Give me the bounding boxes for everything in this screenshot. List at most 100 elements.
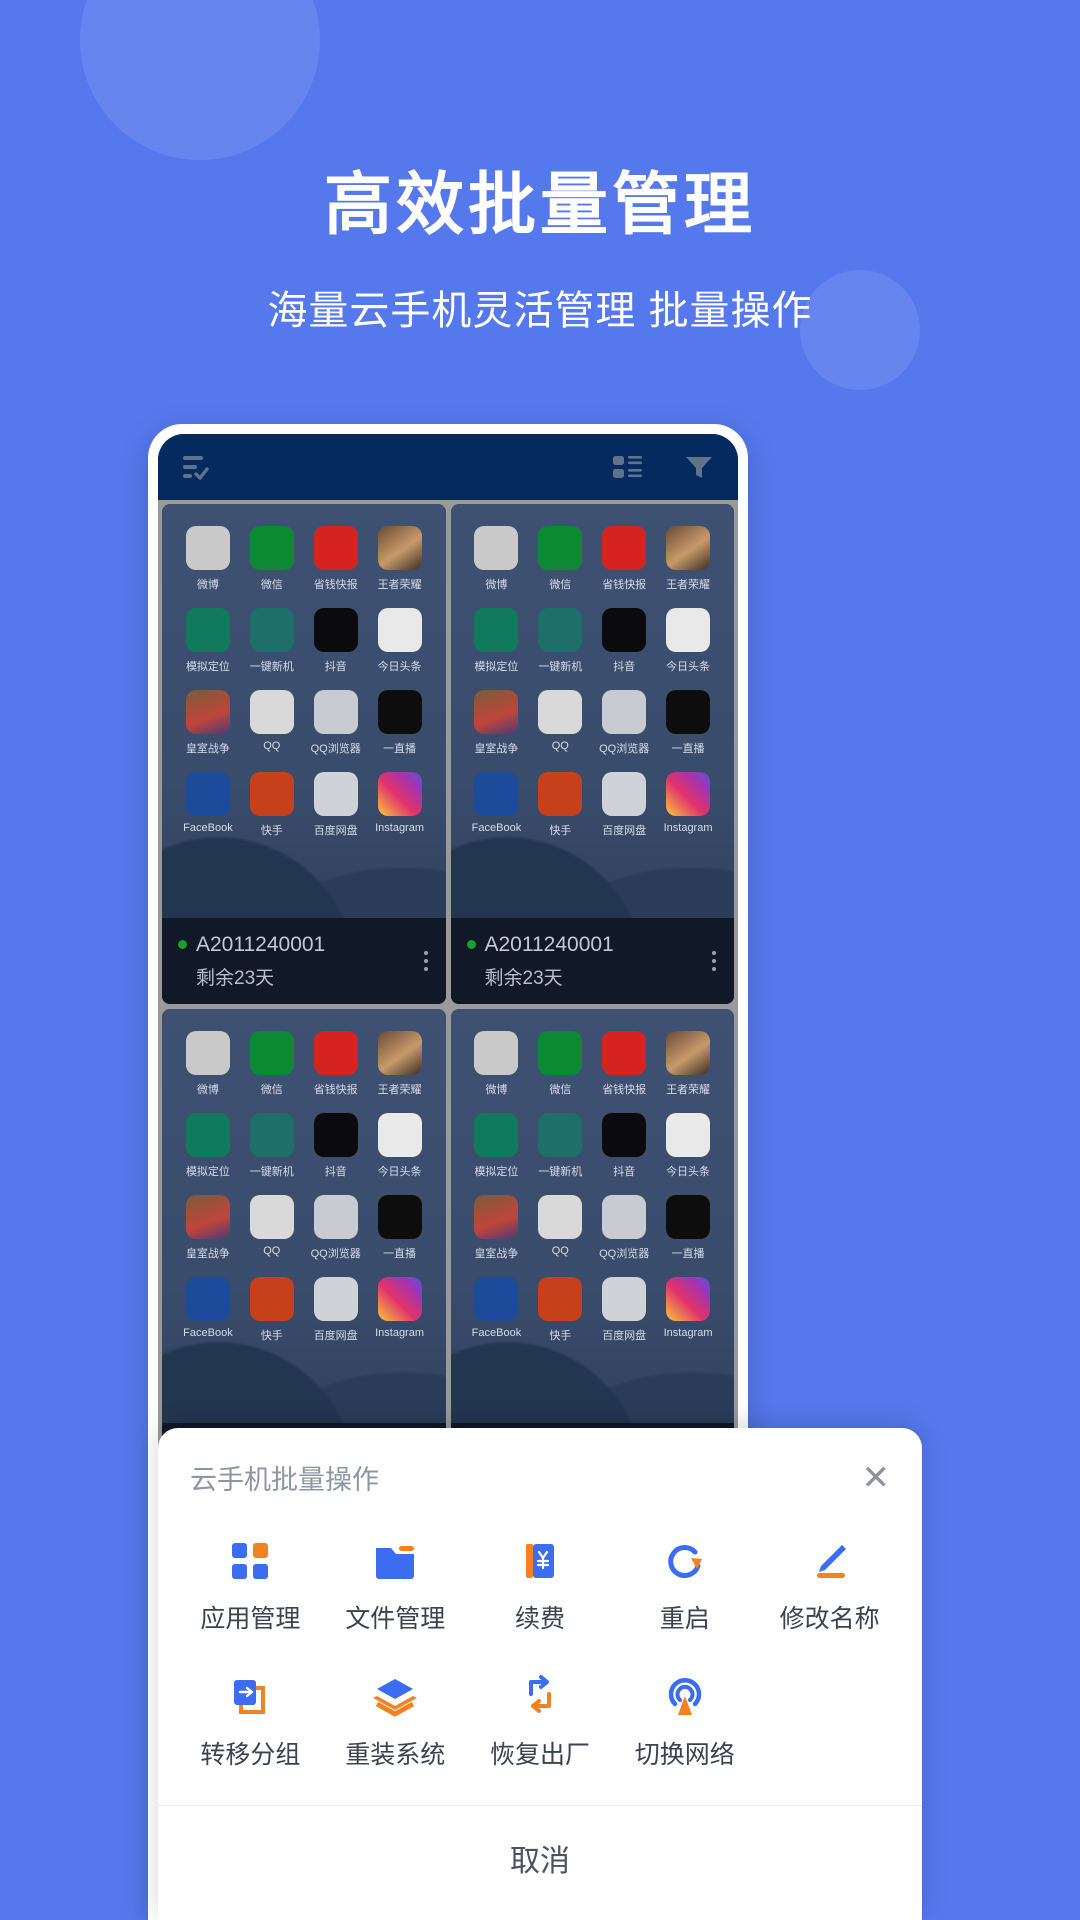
app-item[interactable]: 一键新机 <box>530 1113 590 1179</box>
app-item[interactable]: QQ浏览器 <box>306 1195 366 1261</box>
app-item[interactable]: 快手 <box>530 1277 590 1343</box>
grid-list-view-icon[interactable] <box>612 454 644 480</box>
action-renew-yen[interactable]: 续费 <box>468 1533 613 1635</box>
action-layers-reinstall[interactable]: 重装系统 <box>323 1669 468 1771</box>
action-folder[interactable]: 文件管理 <box>323 1533 468 1635</box>
cancel-button[interactable]: 取消 <box>158 1806 922 1920</box>
app-item[interactable]: 一直播 <box>658 690 718 756</box>
app-item[interactable]: QQ浏览器 <box>594 690 654 756</box>
app-item[interactable]: 皇室战争 <box>466 690 526 756</box>
app-icon <box>249 772 294 816</box>
app-item[interactable]: 王者荣耀 <box>658 526 718 592</box>
app-item[interactable]: 一键新机 <box>530 608 590 674</box>
app-item[interactable]: 模拟定位 <box>466 608 526 674</box>
app-item[interactable]: 皇室战争 <box>178 690 238 756</box>
app-item[interactable]: QQ <box>530 690 590 756</box>
app-label: 模拟定位 <box>185 1166 230 1178</box>
action-move-group[interactable]: 转移分组 <box>178 1669 323 1771</box>
app-item[interactable]: 微博 <box>466 1031 526 1097</box>
app-label: FaceBook <box>471 822 522 834</box>
app-item[interactable]: 百度网盘 <box>594 1277 654 1343</box>
app-item[interactable]: 皇室战争 <box>178 1195 238 1261</box>
app-item[interactable]: 微信 <box>530 1031 590 1097</box>
app-item[interactable]: 百度网盘 <box>306 1277 366 1343</box>
app-item[interactable]: 王者荣耀 <box>658 1031 718 1097</box>
app-icon <box>666 1277 711 1321</box>
action-network-signal[interactable]: 切换网络 <box>612 1669 757 1771</box>
app-item[interactable]: 一直播 <box>370 1195 430 1261</box>
device-card[interactable]: 微博 微信 省钱快报 王者荣耀模拟定位 一键新机 抖音 今日头条皇室战争 QQ QQ浏览器 一直播… <box>162 504 446 1004</box>
app-item[interactable]: 王者荣耀 <box>370 526 430 592</box>
app-item[interactable]: 抖音 <box>594 608 654 674</box>
app-item[interactable]: 一键新机 <box>242 1113 302 1179</box>
select-list-icon[interactable] <box>182 454 212 480</box>
app-item[interactable]: FaceBook <box>178 1277 238 1343</box>
app-item[interactable]: 微博 <box>178 526 238 592</box>
app-item[interactable]: 模拟定位 <box>178 1113 238 1179</box>
app-item[interactable]: 省钱快报 <box>306 1031 366 1097</box>
app-item[interactable]: 快手 <box>242 1277 302 1343</box>
device-footer: A2011240001 剩余23天 <box>162 918 446 1004</box>
app-label: 快手 <box>549 825 572 837</box>
action-restart[interactable]: 重启 <box>612 1533 757 1635</box>
app-item[interactable]: 抖音 <box>594 1113 654 1179</box>
action-app-grid[interactable]: 应用管理 <box>178 1533 323 1635</box>
more-options-icon[interactable] <box>423 951 428 971</box>
app-item[interactable]: 一键新机 <box>242 608 302 674</box>
app-item[interactable]: FaceBook <box>178 772 238 838</box>
app-item[interactable]: Instagram <box>658 1277 718 1343</box>
more-options-icon[interactable] <box>712 951 716 971</box>
app-item[interactable]: 皇室战争 <box>466 1195 526 1261</box>
app-item[interactable]: 今日头条 <box>370 608 430 674</box>
app-item[interactable]: 快手 <box>530 772 590 838</box>
app-item[interactable]: 一直播 <box>658 1195 718 1261</box>
app-label: 百度网盘 <box>313 1330 358 1342</box>
app-item[interactable]: QQ浏览器 <box>594 1195 654 1261</box>
app-item[interactable]: 省钱快报 <box>594 526 654 592</box>
app-item[interactable]: 微信 <box>242 1031 302 1097</box>
action-factory-reset-swap[interactable]: 恢复出厂 <box>468 1669 613 1771</box>
app-item[interactable]: 模拟定位 <box>178 608 238 674</box>
app-item[interactable]: QQ <box>530 1195 590 1261</box>
status-dot <box>178 940 187 949</box>
app-icon <box>377 1195 422 1239</box>
app-icon <box>249 1277 294 1321</box>
app-item[interactable]: Instagram <box>370 772 430 838</box>
app-item[interactable]: Instagram <box>370 1277 430 1343</box>
app-item[interactable]: FaceBook <box>466 772 526 838</box>
app-item[interactable]: 省钱快报 <box>306 526 366 592</box>
app-item[interactable]: 一直播 <box>370 690 430 756</box>
app-item[interactable]: 抖音 <box>306 608 366 674</box>
app-item[interactable]: QQ浏览器 <box>306 690 366 756</box>
device-name: A2011240001 <box>196 932 326 956</box>
app-item[interactable]: 微信 <box>530 526 590 592</box>
sheet-header: 云手机批量操作 ✕ <box>158 1428 922 1519</box>
app-item[interactable]: QQ <box>242 1195 302 1261</box>
app-label: 王者荣耀 <box>666 1084 711 1096</box>
app-item[interactable]: 抖音 <box>306 1113 366 1179</box>
app-icon <box>249 1031 294 1075</box>
app-item[interactable]: QQ <box>242 690 302 756</box>
app-item[interactable]: 王者荣耀 <box>370 1031 430 1097</box>
app-item[interactable]: 微博 <box>466 526 526 592</box>
app-item[interactable]: 今日头条 <box>658 608 718 674</box>
app-item[interactable]: 微信 <box>242 526 302 592</box>
app-item[interactable]: FaceBook <box>466 1277 526 1343</box>
app-item[interactable]: 百度网盘 <box>306 772 366 838</box>
action-grid: 应用管理 文件管理 续费 重启 修改名称 转移分组 重装系统 恢复出厂 切换网络 <box>158 1519 922 1779</box>
app-item[interactable]: 快手 <box>242 772 302 838</box>
filter-funnel-icon[interactable] <box>684 454 714 481</box>
device-card[interactable]: 微博 微信 省钱快报 王者荣耀模拟定位 一键新机 抖音 今日头条皇室战争 QQ QQ浏览器 一直播… <box>450 504 734 1004</box>
app-item[interactable]: Instagram <box>658 772 718 838</box>
app-item[interactable]: 今日头条 <box>658 1113 718 1179</box>
app-item[interactable]: 省钱快报 <box>594 1031 654 1097</box>
app-item[interactable]: 微博 <box>178 1031 238 1097</box>
app-item[interactable]: 模拟定位 <box>466 1113 526 1179</box>
action-pencil-edit[interactable]: 修改名称 <box>757 1533 902 1635</box>
app-label: QQ浏览器 <box>599 1248 650 1260</box>
app-item[interactable]: 今日头条 <box>370 1113 430 1179</box>
close-icon[interactable]: ✕ <box>862 1461 891 1495</box>
device-footer: A2011240001 剩余23天 <box>450 918 734 1004</box>
app-label: QQ <box>551 740 569 752</box>
app-item[interactable]: 百度网盘 <box>594 772 654 838</box>
